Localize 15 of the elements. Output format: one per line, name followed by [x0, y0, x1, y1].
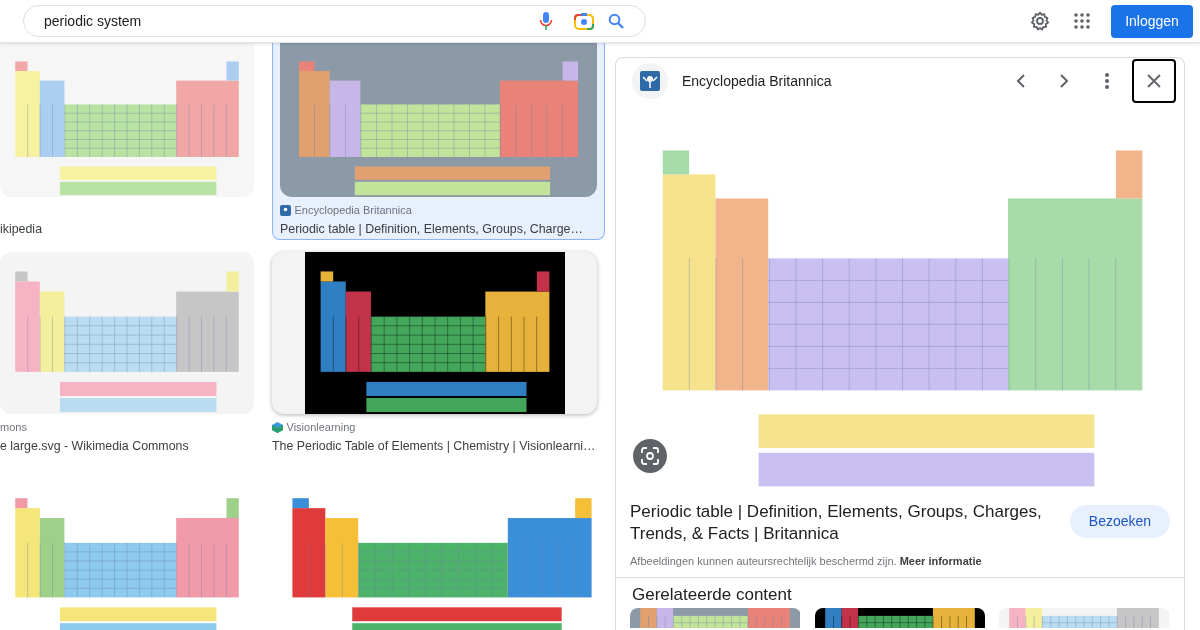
section-heading: Gerelateerde content	[632, 584, 792, 604]
search-field[interactable]: periodic system	[42, 9, 539, 33]
source-name: mons	[0, 420, 27, 434]
result-title[interactable]: Periodic table | Definition, Elements, Groups, Charge…	[280, 222, 583, 236]
login-button[interactable]: Inloggen	[1111, 4, 1193, 38]
source-name: Encyclopedia Britannica	[682, 71, 832, 91]
result-title[interactable]: Periodic table | Definition, Elements, Groups, Charges, Trends, & Facts | Britannica	[630, 501, 1056, 545]
result-title[interactable]: e large.svg - Wikimedia Commons	[0, 439, 189, 453]
copyright-notice: Afbeeldingen kunnen auteursrechtelijk beschermd zijn. Meer informatie	[630, 554, 983, 569]
visit-button[interactable]: Bezoeken	[1070, 504, 1170, 538]
selected-result-card[interactable]: Encyclopedia Britannica Periodic table | Definition, Elements, Groups, Charge…	[272, 43, 605, 240]
result-title[interactable]: ikipedia	[0, 222, 43, 236]
source-name: Encyclopedia Britannica	[294, 203, 412, 217]
source-name: Visionlearning	[286, 420, 356, 434]
result-title[interactable]: The Periodic Table of Elements | Chemistry | Visionlearni…	[272, 439, 596, 453]
